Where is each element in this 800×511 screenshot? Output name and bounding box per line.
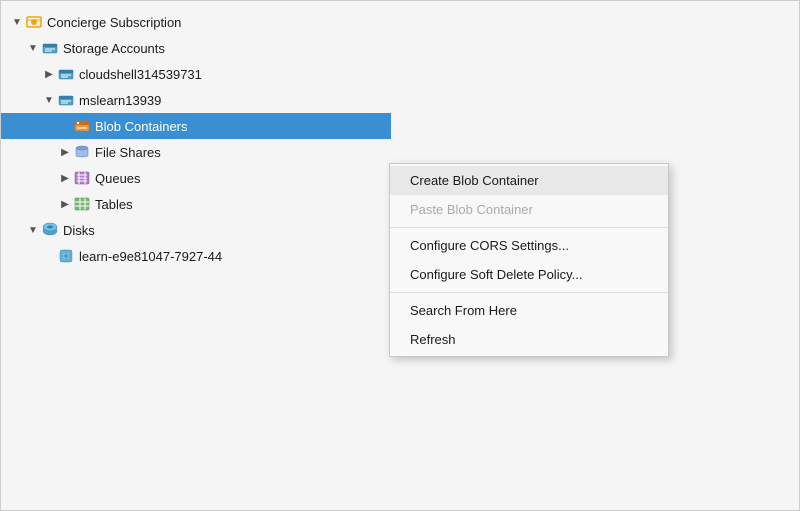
blob-containers-icon xyxy=(73,117,91,135)
queues-label: Queues xyxy=(95,171,141,186)
cloudshell-label: cloudshell314539731 xyxy=(79,67,202,82)
menu-divider-2 xyxy=(390,292,668,293)
storage-accounts-label: Storage Accounts xyxy=(63,41,165,56)
disks-label: Disks xyxy=(63,223,95,238)
tree-item-disks[interactable]: Disks xyxy=(1,217,391,243)
resource-label: learn-e9e81047-7927-44 xyxy=(79,249,222,264)
tree-item-queues[interactable]: Queues xyxy=(1,165,391,191)
expand-arrow-disks xyxy=(25,222,41,238)
tables-icon xyxy=(73,195,91,213)
expand-arrow-tables xyxy=(57,196,73,212)
tree-item-subscription[interactable]: Concierge Subscription xyxy=(1,9,391,35)
storage-accounts-icon xyxy=(41,39,59,57)
subscription-icon xyxy=(25,13,43,31)
tree-item-learn-resource[interactable]: learn-e9e81047-7927-44 xyxy=(1,243,391,269)
menu-item-search[interactable]: Search From Here xyxy=(390,296,668,325)
mslearn-label: mslearn13939 xyxy=(79,93,161,108)
context-menu: Create Blob Container Paste Blob Contain… xyxy=(389,163,669,357)
disks-icon xyxy=(41,221,59,239)
mslearn-icon xyxy=(57,91,75,109)
file-shares-icon xyxy=(73,143,91,161)
tree-item-file-shares[interactable]: File Shares xyxy=(1,139,391,165)
tree-panel: Concierge Subscription Storage Accounts xyxy=(1,1,391,510)
expand-arrow-fileshares xyxy=(57,144,73,160)
cloudshell-icon xyxy=(57,65,75,83)
tree-item-blob-containers[interactable]: Blob Containers xyxy=(1,113,391,139)
tree-item-storage-accounts[interactable]: Storage Accounts xyxy=(1,35,391,61)
blob-containers-label: Blob Containers xyxy=(95,119,188,134)
menu-item-paste-blob: Paste Blob Container xyxy=(390,195,668,224)
tree-item-cloudshell[interactable]: cloudshell314539731 xyxy=(1,61,391,87)
menu-item-soft-delete[interactable]: Configure Soft Delete Policy... xyxy=(390,260,668,289)
tree-item-tables[interactable]: Tables xyxy=(1,191,391,217)
expand-arrow-mslearn xyxy=(41,92,57,108)
expand-arrow-subscription xyxy=(9,14,25,30)
menu-item-create-blob[interactable]: Create Blob Container xyxy=(390,166,668,195)
resource-icon xyxy=(57,247,75,265)
menu-divider-1 xyxy=(390,227,668,228)
main-container: Concierge Subscription Storage Accounts xyxy=(0,0,800,511)
expand-arrow-storage xyxy=(25,40,41,56)
queues-icon xyxy=(73,169,91,187)
menu-item-refresh[interactable]: Refresh xyxy=(390,325,668,354)
expand-arrow-cloudshell xyxy=(41,66,57,82)
expand-arrow-queues xyxy=(57,170,73,186)
menu-item-cors[interactable]: Configure CORS Settings... xyxy=(390,231,668,260)
tree-item-mslearn[interactable]: mslearn13939 xyxy=(1,87,391,113)
file-shares-label: File Shares xyxy=(95,145,161,160)
tables-label: Tables xyxy=(95,197,133,212)
subscription-label: Concierge Subscription xyxy=(47,15,181,30)
